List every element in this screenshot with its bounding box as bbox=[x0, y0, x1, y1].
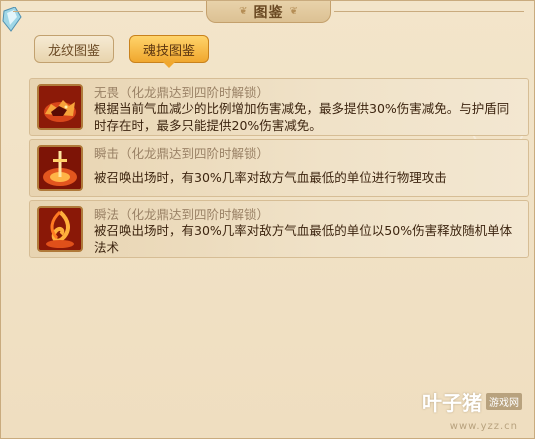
skill-name: 瞬击（化龙鼎达到四阶时解锁） bbox=[94, 146, 270, 161]
skill-description: 被召唤出场时，有30%几率对敌方气血最低的单位以50%伤害释放随机单体法术 bbox=[94, 223, 513, 255]
codex-panel: ❦ 图鉴 ❦ 龙纹图鉴 魂技图鉴 无畏（化龙鼎达到四阶时解锁） 根据当前气血减少… bbox=[0, 0, 535, 439]
title-bar: ❦ 图鉴 ❦ bbox=[206, 1, 331, 23]
skill-icon-frame bbox=[37, 145, 83, 191]
skill-description: 被召唤出场时，有30%几率对敌方气血最低的单位进行物理攻击 bbox=[94, 170, 447, 185]
active-tab-pointer-icon bbox=[163, 62, 175, 68]
flourish-right-icon: ❦ bbox=[289, 6, 298, 17]
title-divider-left bbox=[13, 11, 203, 12]
page-title: 图鉴 bbox=[253, 4, 284, 21]
skill-icon-frame bbox=[37, 84, 83, 130]
site-watermark: 叶子猪 游戏网 bbox=[422, 387, 522, 416]
skill-icon-frame bbox=[37, 206, 83, 252]
flourish-left-icon: ❦ bbox=[239, 6, 248, 17]
watermark-logo-text: 叶子猪 bbox=[422, 391, 482, 415]
list-item[interactable]: 无畏（化龙鼎达到四阶时解锁） 根据当前气血减少的比例增加伤害减免，最多提供30%… bbox=[29, 78, 529, 136]
list-item[interactable]: 瞬击（化龙鼎达到四阶时解锁） 被召唤出场时，有30%几率对敌方气血最低的单位进行… bbox=[29, 139, 529, 197]
watermark-badge: 游戏网 bbox=[486, 393, 522, 410]
title-divider-right bbox=[334, 11, 524, 12]
beast-fire-icon bbox=[39, 86, 81, 128]
sword-fire-icon bbox=[39, 147, 81, 189]
list-item[interactable]: 瞬法（化龙鼎达到四阶时解锁） 被召唤出场时，有30%几率对敌方气血最低的单位以5… bbox=[29, 200, 529, 258]
watermark-url: www.yzz.cn bbox=[449, 421, 518, 432]
skill-name: 瞬法（化龙鼎达到四阶时解锁） bbox=[94, 207, 270, 222]
flame-swirl-icon bbox=[39, 208, 81, 250]
tab-dragon-pattern-codex[interactable]: 龙纹图鉴 bbox=[34, 35, 114, 63]
skill-description: 根据当前气血减少的比例增加伤害减免，最多提供30%伤害减免。与护盾同时存在时，最… bbox=[94, 101, 510, 133]
tab-soul-skill-codex[interactable]: 魂技图鉴 bbox=[129, 35, 209, 63]
skill-name: 无畏（化龙鼎达到四阶时解锁） bbox=[94, 85, 270, 100]
skill-list: 无畏（化龙鼎达到四阶时解锁） 根据当前气血减少的比例增加伤害减免，最多提供30%… bbox=[29, 78, 529, 261]
